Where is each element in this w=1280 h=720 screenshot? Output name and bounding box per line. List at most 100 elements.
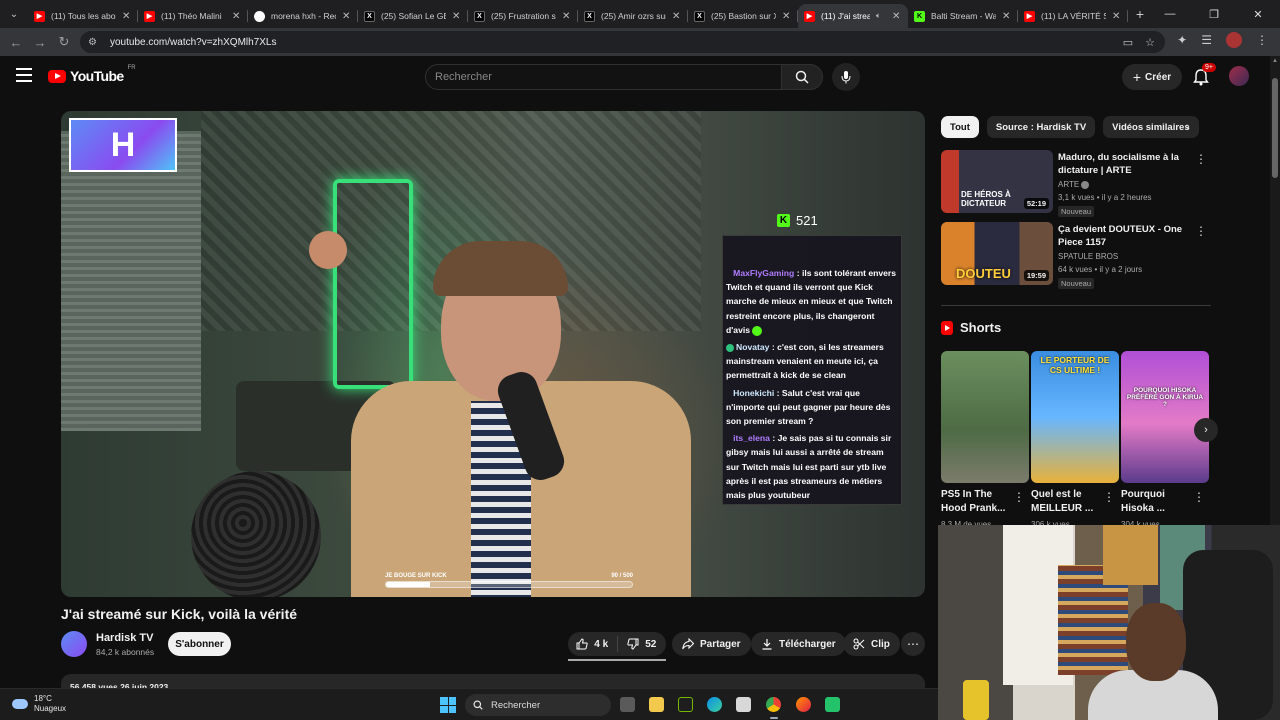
tab-title: (25) Bastion sur X [711,11,776,21]
extensions-icon[interactable]: ✦ [1177,33,1187,47]
short-title[interactable]: PS5 In The Hood Prank... [941,488,1013,516]
tab-close-icon[interactable]: ✕ [1112,11,1122,22]
video-player[interactable]: H K 521 MaxFlyGaming : ils sont tolérant… [61,111,925,597]
more-actions-icon[interactable]: ⋯ [901,632,925,656]
forward-icon[interactable]: → [28,30,52,54]
kebab-menu-icon[interactable]: ⋮ [1193,490,1205,504]
chip-source[interactable]: Source : Hardisk TV [986,116,1096,138]
nvidia-icon[interactable] [678,697,693,712]
account-avatar[interactable] [1229,66,1249,86]
short-thumbnail[interactable]: POURQUOI HISOKA PRÉFÈRE GON À KIRUA ? [1121,351,1209,483]
share-icon [682,638,694,650]
short-thumbnail[interactable]: LE PORTEUR DE CS ULTIME ! [1031,351,1119,483]
weather-widget[interactable]: 18°C Nuageux [12,694,66,714]
browser-menu-icon[interactable]: ⋮ [1256,33,1268,47]
close-window-icon[interactable]: ✕ [1236,0,1280,28]
tab-audio-icon[interactable]: 🔈︎ [876,11,886,21]
youtube-favicon-icon: ▶ [144,10,155,22]
app-icon[interactable] [825,697,840,712]
reading-list-icon[interactable]: ☰ [1201,33,1212,47]
recommended-channel[interactable]: ARTE [1058,180,1090,189]
bookmark-star-icon[interactable]: ☆ [1145,36,1155,49]
chevron-right-icon[interactable]: › [1186,121,1190,133]
recommended-channel[interactable]: SPATULE BROS [1058,252,1118,261]
channel-avatar[interactable] [61,631,87,657]
store-icon[interactable] [736,697,751,712]
minimize-icon[interactable]: — [1148,0,1192,28]
firefox-icon[interactable] [796,697,811,712]
profile-avatar-icon[interactable] [1226,32,1242,48]
tab-close-icon[interactable]: ✕ [232,11,242,22]
scroll-up-icon[interactable]: ▲ [1272,58,1278,64]
tab-search-icon[interactable]: ⌄ [0,0,28,28]
browser-tab[interactable]: ▶ (11) Tous les abonn ✕ [28,4,138,28]
file-explorer-icon[interactable] [649,697,664,712]
task-view-icon[interactable] [620,697,635,712]
restore-icon[interactable]: ❐ [1192,0,1236,28]
browser-tab[interactable]: X (25) Amir ozrs sur ✕ [578,4,688,28]
menu-icon[interactable] [16,68,32,82]
browser-tab[interactable]: K Balti Stream - Wa ✕ [908,4,1018,28]
like-button[interactable]: 4 k [568,636,618,652]
back-icon[interactable]: ← [4,30,28,54]
goal-progress-fill [386,582,431,587]
url-bar[interactable]: ⚙ youtube.com/watch?v=zhXQMlh7XLs ▭ ☆ [80,31,1165,53]
recommended-title[interactable]: Ça devient DOUTEUX - One Piece 1157 [1058,223,1196,249]
browser-tab[interactable]: ▶ (11) J'ai strea 🔈︎ ✕ [798,4,908,28]
browser-tab[interactable]: X (25) Bastion sur X ✕ [688,4,798,28]
dislike-button[interactable]: 52 [618,636,667,652]
reload-icon[interactable]: ↻ [52,30,76,54]
short-title[interactable]: Quel est le MEILLEUR ... [1031,488,1103,516]
chip-all[interactable]: Tout [941,116,979,138]
shorts-next-icon[interactable]: › [1194,418,1218,442]
tab-close-icon[interactable]: ✕ [672,11,682,22]
browser-tab[interactable]: X (25) Frustration su ✕ [468,4,578,28]
edge-browser-icon[interactable] [707,697,722,712]
taskbar-search[interactable]: Rechercher [465,694,611,716]
clip-button[interactable]: Clip [843,632,900,656]
scrollbar-thumb[interactable] [1272,78,1278,178]
youtube-header: YouTube FR Rechercher + Créer 9+ [0,56,1270,96]
recommended-video[interactable]: DE HÉROS À DICTATEUR 52:19 Maduro, du so… [941,150,1211,217]
tab-close-icon[interactable]: ✕ [562,11,572,22]
tab-close-icon[interactable]: ✕ [452,11,462,22]
logo-text: YouTube [70,68,124,84]
search-button[interactable] [781,64,823,90]
download-button[interactable]: Télécharger [751,632,846,656]
cast-icon[interactable]: ▭ [1123,36,1133,49]
browser-tab[interactable]: ▶ (11) Théo Malini ✕ [138,4,248,28]
kebab-menu-icon[interactable]: ⋮ [1195,152,1207,166]
tab-close-icon[interactable]: ✕ [1002,11,1012,22]
tab-close-icon[interactable]: ✕ [122,11,132,22]
channel-name[interactable]: Hardisk TV [96,632,153,644]
recommended-title[interactable]: Maduro, du socialisme à la dictature | A… [1058,151,1196,177]
recommended-video[interactable]: DOUTEU 19:59 Ça devient DOUTEUX - One Pi… [941,222,1211,289]
video-thumbnail[interactable]: DOUTEU 19:59 [941,222,1053,285]
kebab-menu-icon[interactable]: ⋮ [1013,490,1025,504]
share-button[interactable]: Partager [672,632,751,656]
browser-tab[interactable]: X (25) Sofian Le GE ✕ [358,4,468,28]
tab-close-icon[interactable]: ✕ [892,11,902,22]
windows-start-icon[interactable] [440,697,456,713]
browser-tab[interactable]: morena hxh - Rec ✕ [248,4,358,28]
browser-tab[interactable]: ▶ (11) LA VÉRITÉ SU ✕ [1018,4,1128,28]
tab-close-icon[interactable]: ✕ [782,11,792,22]
create-button[interactable]: + Créer [1122,64,1182,90]
video-thumbnail[interactable]: DE HÉROS À DICTATEUR 52:19 [941,150,1053,213]
subscribe-button[interactable]: S'abonner [168,632,231,656]
short-thumbnail[interactable] [941,351,1029,483]
filter-chips: Tout Source : Hardisk TV Vidéos similair… [941,116,1199,138]
kebab-menu-icon[interactable]: ⋮ [1195,224,1207,238]
voice-search-button[interactable] [832,63,860,91]
thumbnail-text: DOUTEU [956,266,1011,281]
chrome-icon[interactable] [766,697,781,719]
short-title[interactable]: Pourquoi Hisoka ... [1121,488,1193,516]
video-title: J'ai streamé sur Kick, voilà la vérité [61,606,298,622]
chip-similar[interactable]: Vidéos similaires [1103,116,1199,138]
kebab-menu-icon[interactable]: ⋮ [1103,490,1115,504]
youtube-logo[interactable]: YouTube FR [48,65,136,84]
search-input[interactable]: Rechercher [425,64,781,90]
site-info-icon[interactable]: ⚙ [88,37,102,48]
tab-title: (25) Sofian Le GE [381,11,446,21]
tab-close-icon[interactable]: ✕ [342,11,352,22]
